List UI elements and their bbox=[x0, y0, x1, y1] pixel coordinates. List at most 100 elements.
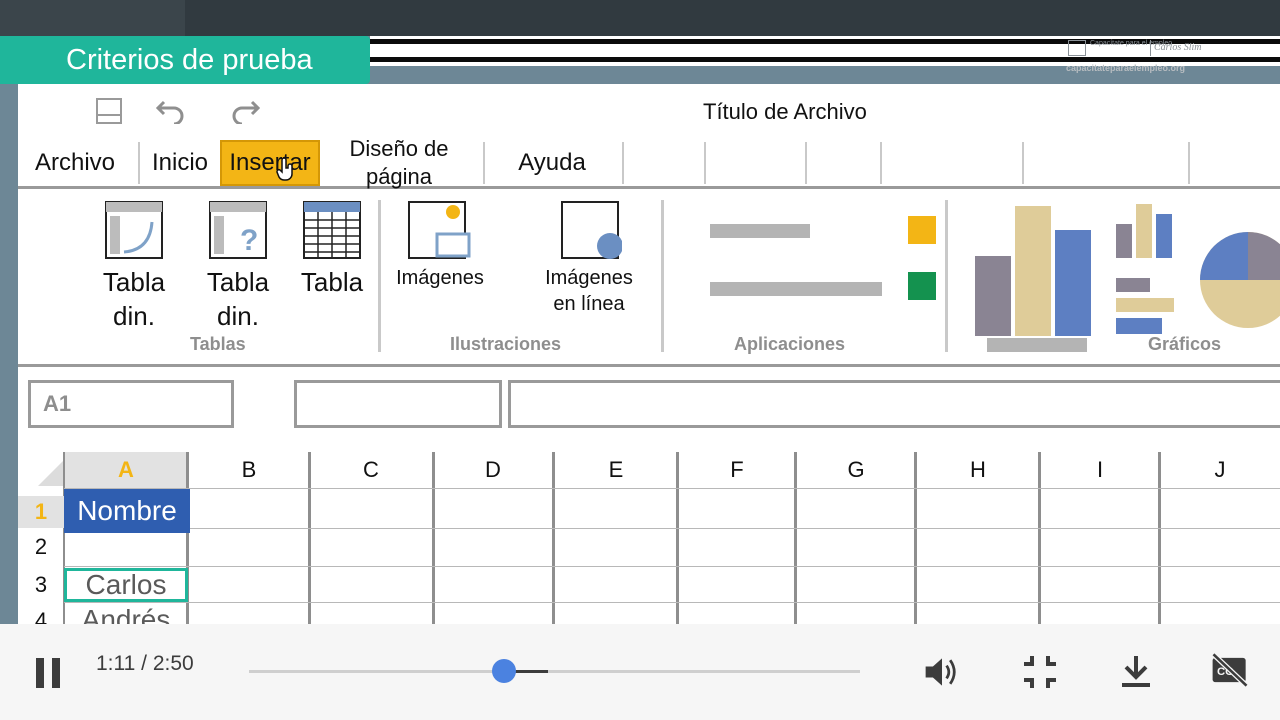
cell-a2[interactable] bbox=[64, 531, 188, 567]
table-icon bbox=[303, 201, 361, 259]
column-header-b[interactable]: B bbox=[188, 452, 310, 488]
captions-off-icon[interactable]: CC bbox=[1210, 650, 1250, 690]
add-in-icon-green bbox=[908, 272, 936, 300]
logo-icon bbox=[1068, 40, 1086, 56]
menu-separator bbox=[805, 142, 807, 184]
column-header-i[interactable]: I bbox=[1040, 452, 1160, 488]
row-header-3[interactable]: 3 bbox=[18, 572, 64, 598]
svg-text:?: ? bbox=[240, 224, 258, 257]
cell-a4[interactable]: Andrés bbox=[64, 604, 188, 624]
images-label: Imágenes bbox=[396, 267, 484, 289]
menu-separator bbox=[880, 142, 882, 184]
cell-a3[interactable]: Carlos bbox=[64, 568, 188, 602]
column-header-h[interactable]: H bbox=[916, 452, 1040, 488]
cell-a1[interactable]: Nombre bbox=[64, 489, 190, 533]
menu-archivo[interactable]: Archivo bbox=[22, 140, 128, 186]
grid-line bbox=[794, 452, 797, 624]
row-header-1[interactable]: 1 bbox=[18, 496, 64, 528]
image-icon bbox=[408, 201, 471, 259]
logo-signature: Carlos Slim bbox=[1154, 42, 1202, 53]
menu-insertar[interactable]: Insertar bbox=[220, 140, 320, 186]
grid-line bbox=[64, 528, 1280, 529]
video-top-frame bbox=[0, 0, 1280, 36]
name-box[interactable]: A1 bbox=[28, 380, 234, 428]
add-in-item-1[interactable] bbox=[710, 224, 810, 238]
grid-line bbox=[432, 452, 435, 624]
grid-line bbox=[552, 452, 555, 624]
bar-chart-icon[interactable] bbox=[1114, 202, 1180, 322]
select-all-corner[interactable] bbox=[38, 456, 64, 486]
menu-separator bbox=[622, 142, 624, 184]
formula-input[interactable] bbox=[508, 380, 1280, 428]
column-header-a[interactable]: A bbox=[64, 452, 188, 488]
grid-line bbox=[64, 488, 1280, 489]
playback-time: 1:11 / 2:50 bbox=[96, 652, 194, 676]
table-label: Tabla bbox=[300, 267, 364, 297]
pointer-hand-icon bbox=[276, 158, 293, 181]
column-header-e[interactable]: E bbox=[554, 452, 678, 488]
logo-divider bbox=[1150, 40, 1151, 56]
group-label-tablas: Tablas bbox=[190, 334, 246, 354]
grid-line bbox=[1158, 452, 1161, 624]
grid-line bbox=[64, 602, 1280, 603]
online-image-icon bbox=[561, 201, 623, 259]
function-box[interactable] bbox=[294, 380, 502, 428]
recommended-pivot-button[interactable]: ? Tabla din. bbox=[196, 200, 280, 333]
column-header-c[interactable]: C bbox=[310, 452, 432, 488]
table-button[interactable]: Tabla bbox=[290, 200, 374, 299]
add-in-item-2[interactable] bbox=[710, 282, 882, 296]
group-separator bbox=[378, 200, 381, 352]
seek-thumb[interactable] bbox=[492, 659, 517, 683]
download-icon[interactable] bbox=[1116, 652, 1156, 692]
pie-chart-icon[interactable] bbox=[1198, 230, 1280, 330]
menu-separator bbox=[1022, 142, 1024, 184]
volume-icon[interactable] bbox=[922, 652, 962, 692]
row-header-4[interactable]: 4 bbox=[18, 608, 64, 624]
bar-chart-icon-bottom-bar bbox=[1116, 318, 1162, 334]
file-title: Título de Archivo bbox=[703, 99, 867, 124]
ribbon-menu: Archivo Inicio Insertar Diseño de página… bbox=[18, 136, 1280, 189]
menu-separator bbox=[1188, 142, 1190, 184]
menu-separator bbox=[704, 142, 706, 184]
redo-icon[interactable] bbox=[230, 98, 260, 124]
menu-diseno-label: Diseño de página bbox=[349, 136, 449, 189]
images-button[interactable]: Imágenes bbox=[388, 200, 492, 291]
time-separator: / bbox=[141, 652, 148, 675]
seek-bar[interactable] bbox=[249, 659, 860, 683]
menu-ayuda[interactable]: Ayuda bbox=[502, 140, 602, 186]
lesson-title: Criterios de prueba bbox=[66, 43, 313, 76]
column-header-j[interactable]: J bbox=[1160, 452, 1280, 488]
column-header-d[interactable]: D bbox=[432, 452, 554, 488]
group-label-aplicaciones: Aplicaciones bbox=[734, 334, 846, 354]
online-images-button[interactable]: Imágenes en línea bbox=[532, 200, 646, 317]
recommended-pivot-icon: ? bbox=[209, 201, 267, 259]
menu-inicio[interactable]: Inicio bbox=[144, 140, 216, 186]
group-label-graficos: Gráficos bbox=[1148, 334, 1222, 354]
group-separator bbox=[945, 200, 948, 352]
lesson-title-banner: Criterios de prueba bbox=[0, 36, 370, 84]
pivot-table-icon bbox=[105, 201, 163, 259]
pivot-table-button[interactable]: Tabla din. bbox=[92, 200, 176, 333]
grid-line bbox=[1038, 452, 1041, 624]
menu-diseno-pagina[interactable]: Diseño de página bbox=[334, 136, 464, 189]
exit-fullscreen-icon[interactable] bbox=[1020, 652, 1060, 692]
recommended-charts-icon[interactable] bbox=[973, 202, 1093, 352]
save-icon[interactable] bbox=[96, 98, 122, 124]
spreadsheet-grid: A B C D E F G H I J 1 2 3 4 Nombre Carlo… bbox=[18, 450, 1280, 624]
spreadsheet-app-illustration: Título de Archivo Archivo Inicio Inserta… bbox=[18, 84, 1280, 624]
row-header-2[interactable]: 2 bbox=[18, 534, 64, 560]
logo-url: capacitateparaelempleo.org bbox=[1066, 63, 1186, 73]
video-top-tab bbox=[0, 0, 185, 36]
formula-bar: A1 bbox=[18, 364, 1280, 448]
pivot-table-label: Tabla din. bbox=[102, 267, 166, 331]
video-player-controls: 1:11 / 2:50 CC bbox=[0, 624, 1280, 720]
grid-line bbox=[64, 566, 1280, 567]
grid-line bbox=[914, 452, 917, 624]
column-header-g[interactable]: G bbox=[796, 452, 916, 488]
menu-separator bbox=[138, 142, 140, 184]
pause-icon[interactable] bbox=[30, 654, 70, 694]
duration: 2:50 bbox=[152, 652, 194, 675]
group-separator bbox=[661, 200, 664, 352]
column-header-f[interactable]: F bbox=[678, 452, 796, 488]
undo-icon[interactable] bbox=[156, 98, 186, 124]
